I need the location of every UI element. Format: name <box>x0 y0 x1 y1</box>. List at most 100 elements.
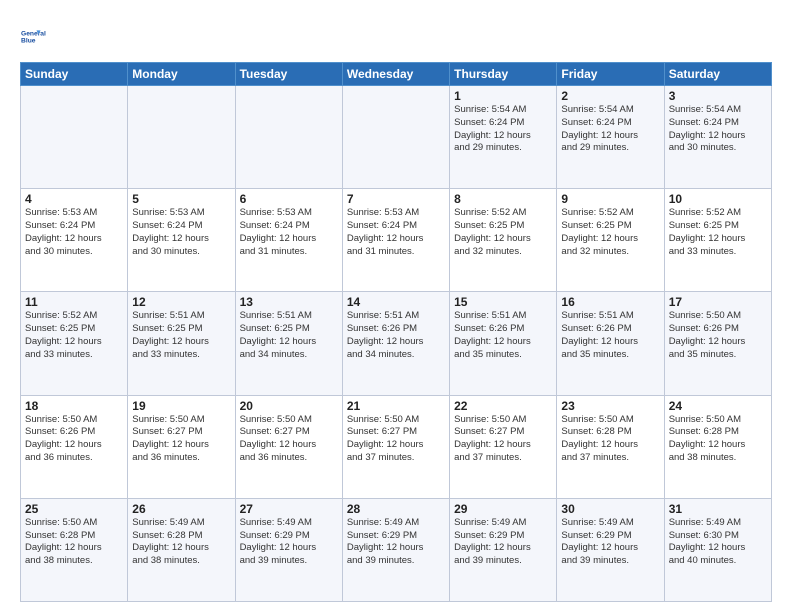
day-number: 18 <box>25 399 123 413</box>
day-number: 26 <box>132 502 230 516</box>
calendar-table: SundayMondayTuesdayWednesdayThursdayFrid… <box>20 62 772 602</box>
calendar-body: 1Sunrise: 5:54 AM Sunset: 6:24 PM Daylig… <box>21 86 772 602</box>
weekday-row: SundayMondayTuesdayWednesdayThursdayFrid… <box>21 63 772 86</box>
svg-text:General: General <box>21 30 46 37</box>
header: General Blue <box>20 18 772 54</box>
day-info: Sunrise: 5:50 AM Sunset: 6:28 PM Dayligh… <box>669 414 767 465</box>
day-number: 7 <box>347 192 445 206</box>
calendar-cell: 29Sunrise: 5:49 AM Sunset: 6:29 PM Dayli… <box>450 498 557 601</box>
calendar-cell <box>342 86 449 189</box>
calendar-cell: 28Sunrise: 5:49 AM Sunset: 6:29 PM Dayli… <box>342 498 449 601</box>
calendar-cell: 24Sunrise: 5:50 AM Sunset: 6:28 PM Dayli… <box>664 395 771 498</box>
calendar-week-5: 25Sunrise: 5:50 AM Sunset: 6:28 PM Dayli… <box>21 498 772 601</box>
day-info: Sunrise: 5:50 AM Sunset: 6:27 PM Dayligh… <box>132 414 230 465</box>
day-number: 6 <box>240 192 338 206</box>
day-info: Sunrise: 5:51 AM Sunset: 6:25 PM Dayligh… <box>132 310 230 361</box>
calendar-cell: 23Sunrise: 5:50 AM Sunset: 6:28 PM Dayli… <box>557 395 664 498</box>
day-info: Sunrise: 5:51 AM Sunset: 6:26 PM Dayligh… <box>561 310 659 361</box>
calendar-cell: 4Sunrise: 5:53 AM Sunset: 6:24 PM Daylig… <box>21 189 128 292</box>
calendar-cell: 1Sunrise: 5:54 AM Sunset: 6:24 PM Daylig… <box>450 86 557 189</box>
calendar-cell: 16Sunrise: 5:51 AM Sunset: 6:26 PM Dayli… <box>557 292 664 395</box>
day-number: 5 <box>132 192 230 206</box>
day-info: Sunrise: 5:54 AM Sunset: 6:24 PM Dayligh… <box>669 104 767 155</box>
day-info: Sunrise: 5:49 AM Sunset: 6:29 PM Dayligh… <box>454 517 552 568</box>
day-number: 31 <box>669 502 767 516</box>
weekday-header-monday: Monday <box>128 63 235 86</box>
day-info: Sunrise: 5:50 AM Sunset: 6:27 PM Dayligh… <box>454 414 552 465</box>
calendar-cell: 19Sunrise: 5:50 AM Sunset: 6:27 PM Dayli… <box>128 395 235 498</box>
calendar-cell: 20Sunrise: 5:50 AM Sunset: 6:27 PM Dayli… <box>235 395 342 498</box>
day-number: 12 <box>132 295 230 309</box>
logo: General Blue <box>20 18 56 54</box>
day-number: 25 <box>25 502 123 516</box>
day-info: Sunrise: 5:54 AM Sunset: 6:24 PM Dayligh… <box>454 104 552 155</box>
calendar-cell <box>235 86 342 189</box>
day-info: Sunrise: 5:50 AM Sunset: 6:28 PM Dayligh… <box>561 414 659 465</box>
day-info: Sunrise: 5:50 AM Sunset: 6:27 PM Dayligh… <box>240 414 338 465</box>
day-number: 1 <box>454 89 552 103</box>
calendar-header: SundayMondayTuesdayWednesdayThursdayFrid… <box>21 63 772 86</box>
day-number: 13 <box>240 295 338 309</box>
svg-text:Blue: Blue <box>21 38 36 45</box>
weekday-header-saturday: Saturday <box>664 63 771 86</box>
day-info: Sunrise: 5:51 AM Sunset: 6:26 PM Dayligh… <box>454 310 552 361</box>
calendar-week-2: 4 Sunrise: 5:53 AM Sunset: 6:24 PM Daylig… <box>21 189 772 292</box>
calendar-cell: 6Sunrise: 5:53 AM Sunset: 6:24 PM Daylig… <box>235 189 342 292</box>
day-info: Sunrise: 5:53 AM Sunset: 6:24 PM Dayligh… <box>132 207 230 258</box>
day-number: 19 <box>132 399 230 413</box>
calendar-cell: 15Sunrise: 5:51 AM Sunset: 6:26 PM Dayli… <box>450 292 557 395</box>
day-info: Sunrise: 5:49 AM Sunset: 6:30 PM Dayligh… <box>669 517 767 568</box>
calendar-cell: 26Sunrise: 5:49 AM Sunset: 6:28 PM Dayli… <box>128 498 235 601</box>
page: General Blue SundayMondayTuesdayWednesda… <box>0 0 792 612</box>
calendar-cell: 22Sunrise: 5:50 AM Sunset: 6:27 PM Dayli… <box>450 395 557 498</box>
day-info: Sunrise: 5:50 AM Sunset: 6:27 PM Dayligh… <box>347 414 445 465</box>
weekday-header-tuesday: Tuesday <box>235 63 342 86</box>
day-number: 17 <box>669 295 767 309</box>
day-number: 11 <box>25 295 123 309</box>
day-info: Sunrise: 5:52 AM Sunset: 6:25 PM Dayligh… <box>561 207 659 258</box>
logo-icon: General Blue <box>20 18 56 54</box>
day-number: 8 <box>454 192 552 206</box>
day-info: Sunrise: 5:50 AM Sunset: 6:28 PM Dayligh… <box>25 517 123 568</box>
day-number: 16 <box>561 295 659 309</box>
calendar-week-1: 1Sunrise: 5:54 AM Sunset: 6:24 PM Daylig… <box>21 86 772 189</box>
calendar-cell: 17Sunrise: 5:50 AM Sunset: 6:26 PM Dayli… <box>664 292 771 395</box>
calendar-cell: 21Sunrise: 5:50 AM Sunset: 6:27 PM Dayli… <box>342 395 449 498</box>
day-number: 28 <box>347 502 445 516</box>
calendar-week-3: 11Sunrise: 5:52 AM Sunset: 6:25 PM Dayli… <box>21 292 772 395</box>
calendar-cell: 10Sunrise: 5:52 AM Sunset: 6:25 PM Dayli… <box>664 189 771 292</box>
day-number: 24 <box>669 399 767 413</box>
day-number: 4 <box>25 192 123 206</box>
calendar-cell <box>128 86 235 189</box>
calendar-cell: 2Sunrise: 5:54 AM Sunset: 6:24 PM Daylig… <box>557 86 664 189</box>
calendar-cell: 14Sunrise: 5:51 AM Sunset: 6:26 PM Dayli… <box>342 292 449 395</box>
calendar-cell: 31Sunrise: 5:49 AM Sunset: 6:30 PM Dayli… <box>664 498 771 601</box>
day-info: Sunrise: 5:49 AM Sunset: 6:29 PM Dayligh… <box>347 517 445 568</box>
day-number: 27 <box>240 502 338 516</box>
calendar-cell: 11Sunrise: 5:52 AM Sunset: 6:25 PM Dayli… <box>21 292 128 395</box>
day-info: Sunrise: 5:53 AM Sunset: 6:24 PM Dayligh… <box>240 207 338 258</box>
day-number: 3 <box>669 89 767 103</box>
calendar-cell: 13Sunrise: 5:51 AM Sunset: 6:25 PM Dayli… <box>235 292 342 395</box>
calendar-cell: 9Sunrise: 5:52 AM Sunset: 6:25 PM Daylig… <box>557 189 664 292</box>
calendar-cell: 30Sunrise: 5:49 AM Sunset: 6:29 PM Dayli… <box>557 498 664 601</box>
day-info: Sunrise: 5:52 AM Sunset: 6:25 PM Dayligh… <box>454 207 552 258</box>
day-number: 21 <box>347 399 445 413</box>
day-number: 2 <box>561 89 659 103</box>
day-info: Sunrise: 5:52 AM Sunset: 6:25 PM Dayligh… <box>669 207 767 258</box>
day-number: 30 <box>561 502 659 516</box>
day-info: Sunrise: 5:49 AM Sunset: 6:29 PM Dayligh… <box>561 517 659 568</box>
weekday-header-friday: Friday <box>557 63 664 86</box>
weekday-header-sunday: Sunday <box>21 63 128 86</box>
calendar-cell: 8Sunrise: 5:52 AM Sunset: 6:25 PM Daylig… <box>450 189 557 292</box>
day-info: Sunrise: 5:51 AM Sunset: 6:25 PM Dayligh… <box>240 310 338 361</box>
calendar-cell <box>21 86 128 189</box>
calendar-cell: 5Sunrise: 5:53 AM Sunset: 6:24 PM Daylig… <box>128 189 235 292</box>
day-info: Sunrise: 5:50 AM Sunset: 6:26 PM Dayligh… <box>25 414 123 465</box>
calendar-cell: 18Sunrise: 5:50 AM Sunset: 6:26 PM Dayli… <box>21 395 128 498</box>
calendar-week-4: 18Sunrise: 5:50 AM Sunset: 6:26 PM Dayli… <box>21 395 772 498</box>
day-info: Sunrise: 5:49 AM Sunset: 6:29 PM Dayligh… <box>240 517 338 568</box>
day-info: Sunrise: 5:54 AM Sunset: 6:24 PM Dayligh… <box>561 104 659 155</box>
day-number: 29 <box>454 502 552 516</box>
day-info: Sunrise: 5:51 AM Sunset: 6:26 PM Dayligh… <box>347 310 445 361</box>
